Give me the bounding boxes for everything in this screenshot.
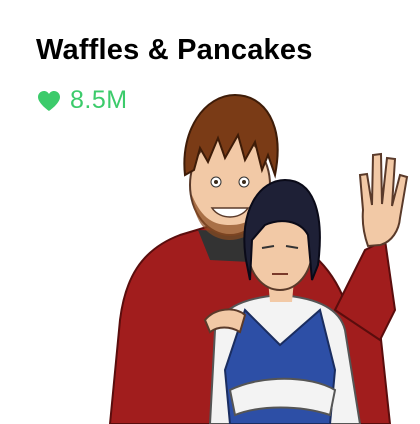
series-thumbnail[interactable] [80, 70, 420, 424]
series-title[interactable]: Waffles & Pancakes [36, 34, 313, 67]
characters-illustration [108, 93, 409, 424]
heart-icon [38, 90, 60, 111]
series-card[interactable]: Waffles & Pancakes 8.5M [0, 0, 420, 424]
